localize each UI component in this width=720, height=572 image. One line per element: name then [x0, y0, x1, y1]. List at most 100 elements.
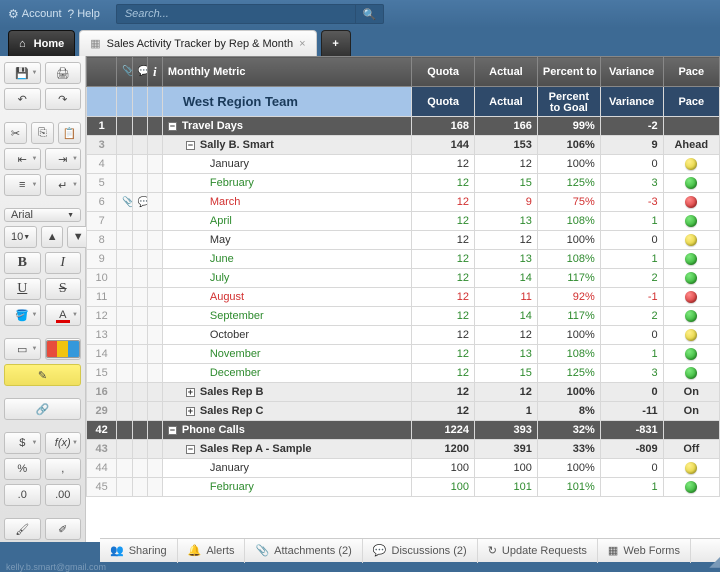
pct-cell[interactable]: 125%: [537, 174, 600, 193]
undo-button[interactable]: ↶: [4, 88, 41, 110]
discussion-icon[interactable]: 💬: [138, 197, 148, 208]
variance-cell[interactable]: -11: [600, 402, 663, 421]
row-number[interactable]: 6: [87, 193, 117, 212]
cut-button[interactable]: ✂: [4, 122, 27, 144]
metric-cell[interactable]: −Sales Rep A - Sample: [162, 440, 411, 459]
pct-cell[interactable]: 108%: [537, 250, 600, 269]
pace-cell[interactable]: Ahead: [663, 136, 719, 155]
quota-cell[interactable]: 12: [412, 269, 475, 288]
percent-button[interactable]: %: [4, 458, 41, 480]
metric-cell[interactable]: February: [162, 478, 411, 497]
pct-cell[interactable]: 92%: [537, 288, 600, 307]
row-number[interactable]: 10: [87, 269, 117, 288]
expand-icon[interactable]: +: [186, 388, 195, 397]
indent-button[interactable]: ⇥▼: [45, 148, 82, 170]
quota-cell[interactable]: 12: [412, 212, 475, 231]
metric-cell[interactable]: December: [162, 364, 411, 383]
col-actual[interactable]: Actual: [475, 87, 538, 117]
row-number[interactable]: 5: [87, 174, 117, 193]
pct-header[interactable]: Percent to Goal: [537, 57, 600, 87]
copy-button[interactable]: ⎘: [31, 122, 54, 144]
variance-cell[interactable]: 1: [600, 345, 663, 364]
tab-sheet[interactable]: ▦Sales Activity Tracker by Rep & Month×: [79, 30, 316, 56]
underline-button[interactable]: U: [4, 278, 41, 300]
quota-cell[interactable]: 12: [412, 364, 475, 383]
actual-cell[interactable]: 14: [475, 269, 538, 288]
row-number[interactable]: 8: [87, 231, 117, 250]
metric-cell[interactable]: −Travel Days: [162, 117, 411, 136]
pace-cell[interactable]: [663, 117, 719, 136]
row-number[interactable]: [87, 87, 117, 117]
pace-cell[interactable]: [663, 364, 719, 383]
actual-cell[interactable]: 101: [475, 478, 538, 497]
size-up-button[interactable]: ▲: [41, 226, 63, 248]
row-number[interactable]: 4: [87, 155, 117, 174]
variance-cell[interactable]: -809: [600, 440, 663, 459]
pct-cell[interactable]: 117%: [537, 269, 600, 288]
actual-cell[interactable]: 1: [475, 402, 538, 421]
quota-cell[interactable]: 12: [412, 231, 475, 250]
metric-cell[interactable]: April: [162, 212, 411, 231]
variance-cell[interactable]: 0: [600, 155, 663, 174]
variance-cell[interactable]: 3: [600, 364, 663, 383]
clear-format-button[interactable]: ✐: [45, 518, 82, 540]
metric-header[interactable]: Monthly Metric: [162, 57, 411, 87]
quota-header[interactable]: Quota: [412, 57, 475, 87]
wrap-button[interactable]: ↵▼: [45, 174, 82, 196]
pace-cell[interactable]: [663, 459, 719, 478]
pct-cell[interactable]: 100%: [537, 326, 600, 345]
attach-header[interactable]: 📎: [117, 57, 132, 87]
metric-cell[interactable]: March: [162, 193, 411, 212]
pace-cell[interactable]: [663, 212, 719, 231]
quota-cell[interactable]: 12: [412, 193, 475, 212]
row-number[interactable]: 43: [87, 440, 117, 459]
pct-cell[interactable]: 100%: [537, 383, 600, 402]
grid-scroll[interactable]: 📎 💬 i Monthly Metric Quota Actual Percen…: [86, 56, 720, 542]
conditional-format-button[interactable]: [45, 338, 82, 360]
align-button[interactable]: ≡▼: [4, 174, 41, 196]
bold-button[interactable]: B: [4, 252, 41, 274]
pace-cell[interactable]: On: [663, 383, 719, 402]
quota-cell[interactable]: 100: [412, 459, 475, 478]
pace-cell[interactable]: [663, 193, 719, 212]
row-number[interactable]: 7: [87, 212, 117, 231]
metric-cell[interactable]: July: [162, 269, 411, 288]
flag-header[interactable]: i: [147, 57, 162, 87]
metric-cell[interactable]: August: [162, 288, 411, 307]
row-number[interactable]: 42: [87, 421, 117, 440]
quota-cell[interactable]: 12: [412, 250, 475, 269]
pace-cell[interactable]: [663, 345, 719, 364]
row-number[interactable]: 44: [87, 459, 117, 478]
row-number[interactable]: 15: [87, 364, 117, 383]
font-select[interactable]: Arial▼: [4, 208, 81, 222]
quota-cell[interactable]: 12: [412, 402, 475, 421]
tab-home[interactable]: ⌂Home: [8, 30, 75, 56]
tab-attachments[interactable]: 📎Attachments (2): [245, 539, 362, 563]
print-button[interactable]: 🖨: [45, 62, 82, 84]
row-number[interactable]: 14: [87, 345, 117, 364]
quota-cell[interactable]: 144: [412, 136, 475, 155]
pct-cell[interactable]: 33%: [537, 440, 600, 459]
actual-cell[interactable]: 14: [475, 307, 538, 326]
pct-cell[interactable]: 99%: [537, 117, 600, 136]
collapse-icon[interactable]: −: [186, 445, 195, 454]
row-number[interactable]: 29: [87, 402, 117, 421]
metric-cell[interactable]: January: [162, 459, 411, 478]
variance-cell[interactable]: 0: [600, 326, 663, 345]
metric-cell[interactable]: February: [162, 174, 411, 193]
actual-cell[interactable]: 13: [475, 212, 538, 231]
metric-cell[interactable]: −Phone Calls: [162, 421, 411, 440]
actual-cell[interactable]: 12: [475, 383, 538, 402]
actual-cell[interactable]: 9: [475, 193, 538, 212]
tab-new[interactable]: +: [321, 30, 351, 56]
pace-cell[interactable]: [663, 269, 719, 288]
pace-cell[interactable]: [663, 250, 719, 269]
actual-cell[interactable]: 153: [475, 136, 538, 155]
pace-cell[interactable]: [663, 421, 719, 440]
strike-button[interactable]: S: [45, 278, 82, 300]
text-color-button[interactable]: A▼: [45, 304, 82, 326]
pct-cell[interactable]: 100%: [537, 155, 600, 174]
pace-cell[interactable]: Off: [663, 440, 719, 459]
search-input[interactable]: [116, 4, 356, 24]
tab-sharing[interactable]: 👥Sharing: [100, 539, 178, 563]
